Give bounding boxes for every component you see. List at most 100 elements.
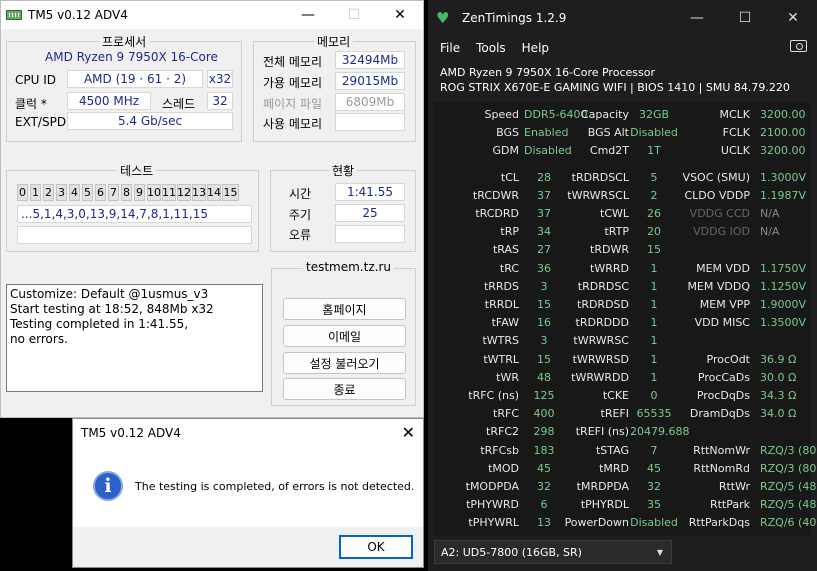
menu-help[interactable]: Help (522, 41, 549, 55)
completion-dialog: TM5 v0.12 ADV4 ✕ i The testing is comple… (72, 418, 424, 568)
timing-label: tRFC2 (486, 425, 519, 439)
heartbeat-icon: ♥ (436, 9, 450, 27)
timing-label: tRTP (604, 225, 629, 239)
test-progress-bar (17, 226, 252, 244)
log-line: Testing completed in 1:41.55, (10, 317, 189, 331)
board-info: ROG STRIX X670E-E GAMING WIFI | BIOS 141… (440, 81, 790, 94)
dimm-select-value: A2: UD5-7800 (16GB, SR) (441, 545, 582, 559)
test-cell: 7 (108, 184, 119, 201)
timing-value: 2100.00 (760, 126, 806, 140)
timing-value: 34.3 Ω (760, 389, 797, 402)
timing-label: FCLK (722, 126, 750, 140)
timing-value: 1.1987V (760, 188, 807, 202)
email-button[interactable]: 이메일 (283, 325, 406, 347)
time-label: 시간 (289, 187, 312, 201)
mem-used-label: 사용 메모리 (263, 117, 323, 131)
homepage-button[interactable]: 홈페이지 (283, 298, 406, 320)
cpu-multiplier: x32 (207, 70, 233, 88)
log-line: Start testing at 18:52, 848Mb x32 (10, 302, 214, 316)
test-cell: 6 (95, 184, 106, 201)
dialog-title[interactable]: TM5 v0.12 ADV4 (73, 419, 423, 447)
extspd-label: EXT/SPD (15, 115, 67, 129)
timing-label: tRDRDSD (577, 298, 629, 311)
timing-value: RZQ/3 (80) (760, 461, 817, 475)
test-cell: 5 (82, 184, 93, 201)
timing-label: tMRDPDA (576, 480, 629, 493)
cpu-name: AMD Ryzen 9 7950X 16-Core (45, 50, 218, 64)
zen-minimize-button[interactable]: — (673, 10, 721, 26)
mem-avail-value: 29015Mb (335, 72, 405, 90)
timing-value: 30.0 Ω (760, 370, 797, 384)
timing-label: VDDG IOD (693, 225, 750, 239)
test-cell: 3 (56, 184, 67, 201)
timing-label: tRFC (ns) (468, 389, 519, 402)
timing-label: tRP (500, 225, 519, 239)
chevron-down-icon: ▼ (656, 548, 663, 557)
extspd-value: 5.4 Gb/sec (67, 112, 233, 130)
timing-label: tWRWRSC (573, 334, 629, 348)
timing-label: DramDqDs (689, 407, 750, 421)
timing-value: RZQ/3 (80) (760, 443, 817, 457)
dialog-footer: OK (73, 527, 423, 567)
threads-label: 스레드 (162, 97, 196, 111)
menu-file[interactable]: File (440, 41, 460, 55)
timing-label: ProcCaDs (697, 370, 750, 384)
timing-label: tCWL (600, 207, 629, 220)
tm5-window: TM5 v0.12 ADV4 — ☐ ✕ 프로세서 AMD Ryzen 9 79… (0, 0, 424, 418)
load-settings-button[interactable]: 설정 불러오기 (283, 352, 406, 374)
mem-avail-label: 가용 메모리 (263, 76, 323, 90)
timing-label: tRAS (492, 243, 519, 257)
timing-label: tMRD (599, 461, 629, 475)
timing-label: RttNomWr (693, 443, 750, 457)
timing-label: tWRWRSD (572, 352, 629, 366)
timing-label: tPHYRDL (580, 498, 629, 512)
ok-button[interactable]: OK (339, 535, 413, 559)
timing-value: 1.1750V (760, 261, 807, 275)
timing-label: tCKE (602, 389, 629, 402)
timing-label: RttParkDqs (688, 516, 750, 530)
dialog-close-icon[interactable]: ✕ (402, 423, 415, 442)
timing-value: 1.9000V (760, 298, 807, 311)
timing-label: MEM VPP (699, 298, 750, 311)
dimm-select[interactable]: A2: UD5-7800 (16GB, SR) ▼ (434, 540, 672, 564)
timing-value: 1 (650, 334, 658, 348)
timing-label: Cmd2T (589, 144, 629, 158)
timing-value: RZQ/5 (48) (760, 480, 817, 493)
timing-label: MEM VDD (696, 261, 750, 275)
zen-titlebar[interactable]: ♥ ZenTimings 1.2.9 — ☐ ✕ (428, 0, 817, 36)
test-cell: 14 (207, 184, 221, 201)
timing-value: N/A (760, 225, 780, 239)
mem-used-value (335, 113, 405, 131)
timing-label: RttPark (709, 498, 750, 512)
log-output[interactable]: Customize: Default @1usmus_v3 Start test… (6, 284, 263, 392)
timing-label: VDD MISC (694, 316, 750, 330)
mem-total-value: 32494Mb (335, 51, 405, 69)
timing-label: Capacity (580, 108, 629, 121)
timing-label: MEM VDDQ (687, 279, 750, 293)
log-line: Customize: Default @1usmus_v3 (10, 287, 209, 301)
tm5-titlebar[interactable]: TM5 v0.12 ADV4 — ☐ ✕ (1, 1, 423, 29)
timing-label: PowerDown (564, 516, 629, 530)
timing-label: tCL (500, 170, 519, 184)
timing-label: tWTRL (483, 352, 519, 366)
minimize-button[interactable]: — (285, 1, 331, 29)
timing-label: tPHYWRL (468, 516, 519, 530)
timing-label: GDM (492, 144, 520, 158)
close-button[interactable]: ✕ (377, 1, 423, 29)
zen-close-button[interactable]: ✕ (769, 10, 817, 26)
timing-label: tRCDWR (472, 188, 519, 202)
mem-total-label: 전체 메모리 (263, 55, 323, 69)
zen-maximize-button[interactable]: ☐ (721, 10, 769, 26)
exit-button[interactable]: 종료 (283, 378, 406, 400)
timing-label: tRDWR (590, 243, 629, 257)
timing-value: 20479.688 (630, 425, 690, 439)
threads-value: 32 (207, 92, 233, 110)
test-cell: 0 (17, 184, 28, 201)
test-cell: 1 (30, 184, 41, 201)
camera-icon[interactable] (790, 40, 807, 52)
timing-value: 3200.00 (760, 108, 806, 121)
time-value: 1:41.55 (335, 183, 405, 201)
timing-label: tRRDL (484, 298, 519, 311)
cycle-label: 주기 (289, 208, 312, 222)
menu-tools[interactable]: Tools (476, 41, 506, 55)
